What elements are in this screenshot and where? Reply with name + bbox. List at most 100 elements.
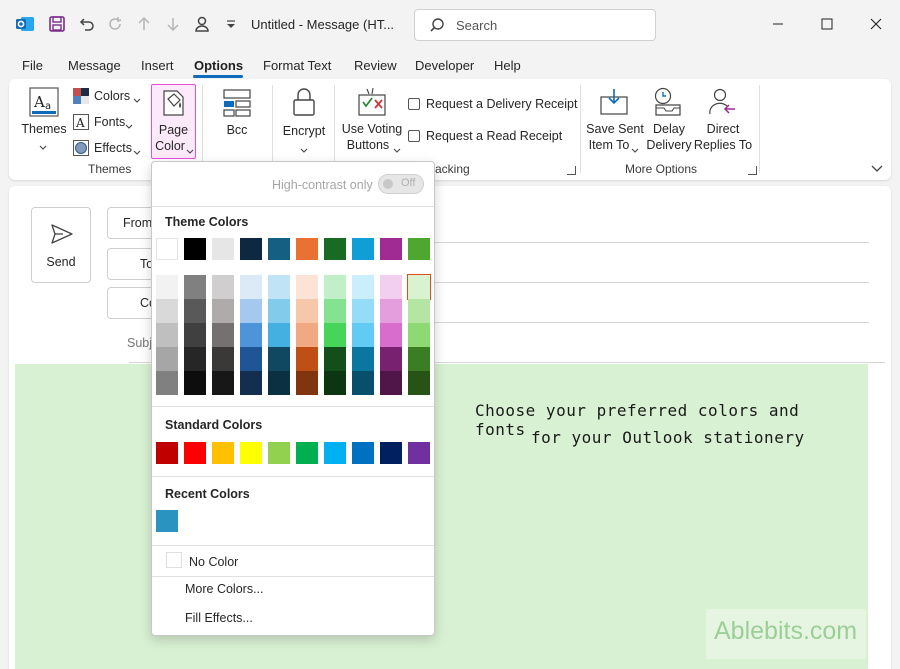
theme-shade-swatch[interactable] <box>407 274 431 300</box>
theme-shade-swatch[interactable] <box>212 299 234 323</box>
undo-icon[interactable] <box>76 13 98 35</box>
theme-shade-swatch[interactable] <box>268 275 290 299</box>
standard-color-swatch[interactable] <box>268 442 290 464</box>
no-color-item[interactable]: No Color <box>189 555 238 569</box>
arrow-down-icon[interactable] <box>162 13 184 35</box>
standard-color-swatch[interactable] <box>184 442 206 464</box>
from-button[interactable]: From <box>107 207 157 239</box>
theme-shade-swatch[interactable] <box>240 323 262 347</box>
theme-shade-swatch[interactable] <box>408 323 430 347</box>
standard-color-swatch[interactable] <box>296 442 318 464</box>
theme-shade-swatch[interactable] <box>352 323 374 347</box>
theme-shade-swatch[interactable] <box>296 275 318 299</box>
recent-color-swatch[interactable] <box>156 510 178 532</box>
theme-shade-swatch[interactable] <box>212 323 234 347</box>
delivery-receipt-label[interactable]: Request a Delivery Receipt <box>426 96 577 112</box>
theme-shade-swatch[interactable] <box>352 275 374 299</box>
theme-shade-swatch[interactable] <box>184 299 206 323</box>
more-colors-item[interactable]: More Colors... <box>185 582 264 596</box>
tab-options[interactable]: Options <box>194 58 243 73</box>
search-box[interactable]: Search <box>414 9 656 41</box>
theme-shade-swatch[interactable] <box>240 347 262 371</box>
colors-button[interactable]: Colors <box>73 87 145 107</box>
theme-shade-swatch[interactable] <box>212 275 234 299</box>
close-button[interactable] <box>864 12 888 36</box>
themes-button[interactable]: Aa Themes <box>21 83 67 157</box>
standard-color-swatch[interactable] <box>408 442 430 464</box>
use-voting-buttons-button[interactable]: Use Voting Buttons <box>339 85 405 153</box>
tab-format-text[interactable]: Format Text <box>263 58 331 73</box>
standard-color-swatch[interactable] <box>240 442 262 464</box>
theme-shade-swatch[interactable] <box>352 299 374 323</box>
theme-shade-swatch[interactable] <box>156 347 178 371</box>
delay-delivery-button[interactable]: Delay Delivery <box>645 85 693 155</box>
theme-shade-swatch[interactable] <box>380 347 402 371</box>
theme-shade-swatch[interactable] <box>408 347 430 371</box>
save-sent-item-to-button[interactable]: Save Sent Item To <box>585 85 645 155</box>
tab-message[interactable]: Message <box>68 58 121 73</box>
theme-shade-swatch[interactable] <box>268 347 290 371</box>
tab-developer[interactable]: Developer <box>415 58 474 73</box>
theme-shade-swatch[interactable] <box>408 299 430 323</box>
theme-shade-swatch[interactable] <box>156 299 178 323</box>
theme-shade-swatch[interactable] <box>240 371 262 395</box>
maximize-button[interactable] <box>815 12 839 36</box>
theme-shade-swatch[interactable] <box>408 371 430 395</box>
person-icon[interactable] <box>191 13 213 35</box>
theme-color-swatch[interactable] <box>240 238 262 260</box>
standard-color-swatch[interactable] <box>324 442 346 464</box>
theme-shade-swatch[interactable] <box>184 347 206 371</box>
theme-shade-swatch[interactable] <box>184 323 206 347</box>
ribbon-expand-chevron-icon[interactable] <box>871 161 883 176</box>
read-receipt-label[interactable]: Request a Read Receipt <box>426 128 562 144</box>
bcc-button[interactable]: Bcc <box>215 85 259 145</box>
theme-color-swatch[interactable] <box>296 238 318 260</box>
theme-shade-swatch[interactable] <box>352 371 374 395</box>
more-options-dialog-launcher-icon[interactable] <box>748 166 757 175</box>
redo-icon[interactable] <box>104 13 126 35</box>
theme-color-swatch[interactable] <box>380 238 402 260</box>
theme-color-swatch[interactable] <box>156 238 178 260</box>
effects-button[interactable]: Effects <box>73 139 145 159</box>
theme-shade-swatch[interactable] <box>296 323 318 347</box>
theme-shade-swatch[interactable] <box>380 323 402 347</box>
theme-shade-swatch[interactable] <box>240 299 262 323</box>
theme-shade-swatch[interactable] <box>380 371 402 395</box>
high-contrast-toggle[interactable]: Off <box>378 174 424 194</box>
theme-shade-swatch[interactable] <box>184 371 206 395</box>
send-button[interactable]: Send <box>31 207 91 283</box>
theme-shade-swatch[interactable] <box>324 323 346 347</box>
to-field-line[interactable] <box>409 282 869 283</box>
theme-color-swatch[interactable] <box>324 238 346 260</box>
minimize-button[interactable] <box>766 12 790 36</box>
theme-color-swatch[interactable] <box>212 238 234 260</box>
tab-insert[interactable]: Insert <box>141 58 174 73</box>
theme-shade-swatch[interactable] <box>324 371 346 395</box>
theme-shade-swatch[interactable] <box>324 299 346 323</box>
theme-color-swatch[interactable] <box>184 238 206 260</box>
theme-shade-swatch[interactable] <box>268 299 290 323</box>
tracking-dialog-launcher-icon[interactable] <box>567 166 576 175</box>
theme-shade-swatch[interactable] <box>324 347 346 371</box>
theme-shade-swatch[interactable] <box>184 275 206 299</box>
standard-color-swatch[interactable] <box>352 442 374 464</box>
standard-color-swatch[interactable] <box>380 442 402 464</box>
theme-shade-swatch[interactable] <box>324 275 346 299</box>
page-color-button[interactable]: Page Color <box>151 84 196 159</box>
theme-shade-swatch[interactable] <box>212 347 234 371</box>
standard-color-swatch[interactable] <box>212 442 234 464</box>
theme-shade-swatch[interactable] <box>240 275 262 299</box>
fill-effects-item[interactable]: Fill Effects... <box>185 611 253 625</box>
theme-shade-swatch[interactable] <box>296 371 318 395</box>
theme-shade-swatch[interactable] <box>352 347 374 371</box>
fonts-button[interactable]: A Fonts <box>73 113 145 133</box>
theme-shade-swatch[interactable] <box>380 299 402 323</box>
theme-color-swatch[interactable] <box>352 238 374 260</box>
theme-shade-swatch[interactable] <box>156 371 178 395</box>
delivery-receipt-checkbox[interactable] <box>408 98 420 110</box>
theme-shade-swatch[interactable] <box>296 299 318 323</box>
customize-toolbar-icon[interactable] <box>220 13 242 35</box>
theme-shade-swatch[interactable] <box>268 323 290 347</box>
theme-shade-swatch[interactable] <box>156 323 178 347</box>
save-icon[interactable] <box>46 13 68 35</box>
